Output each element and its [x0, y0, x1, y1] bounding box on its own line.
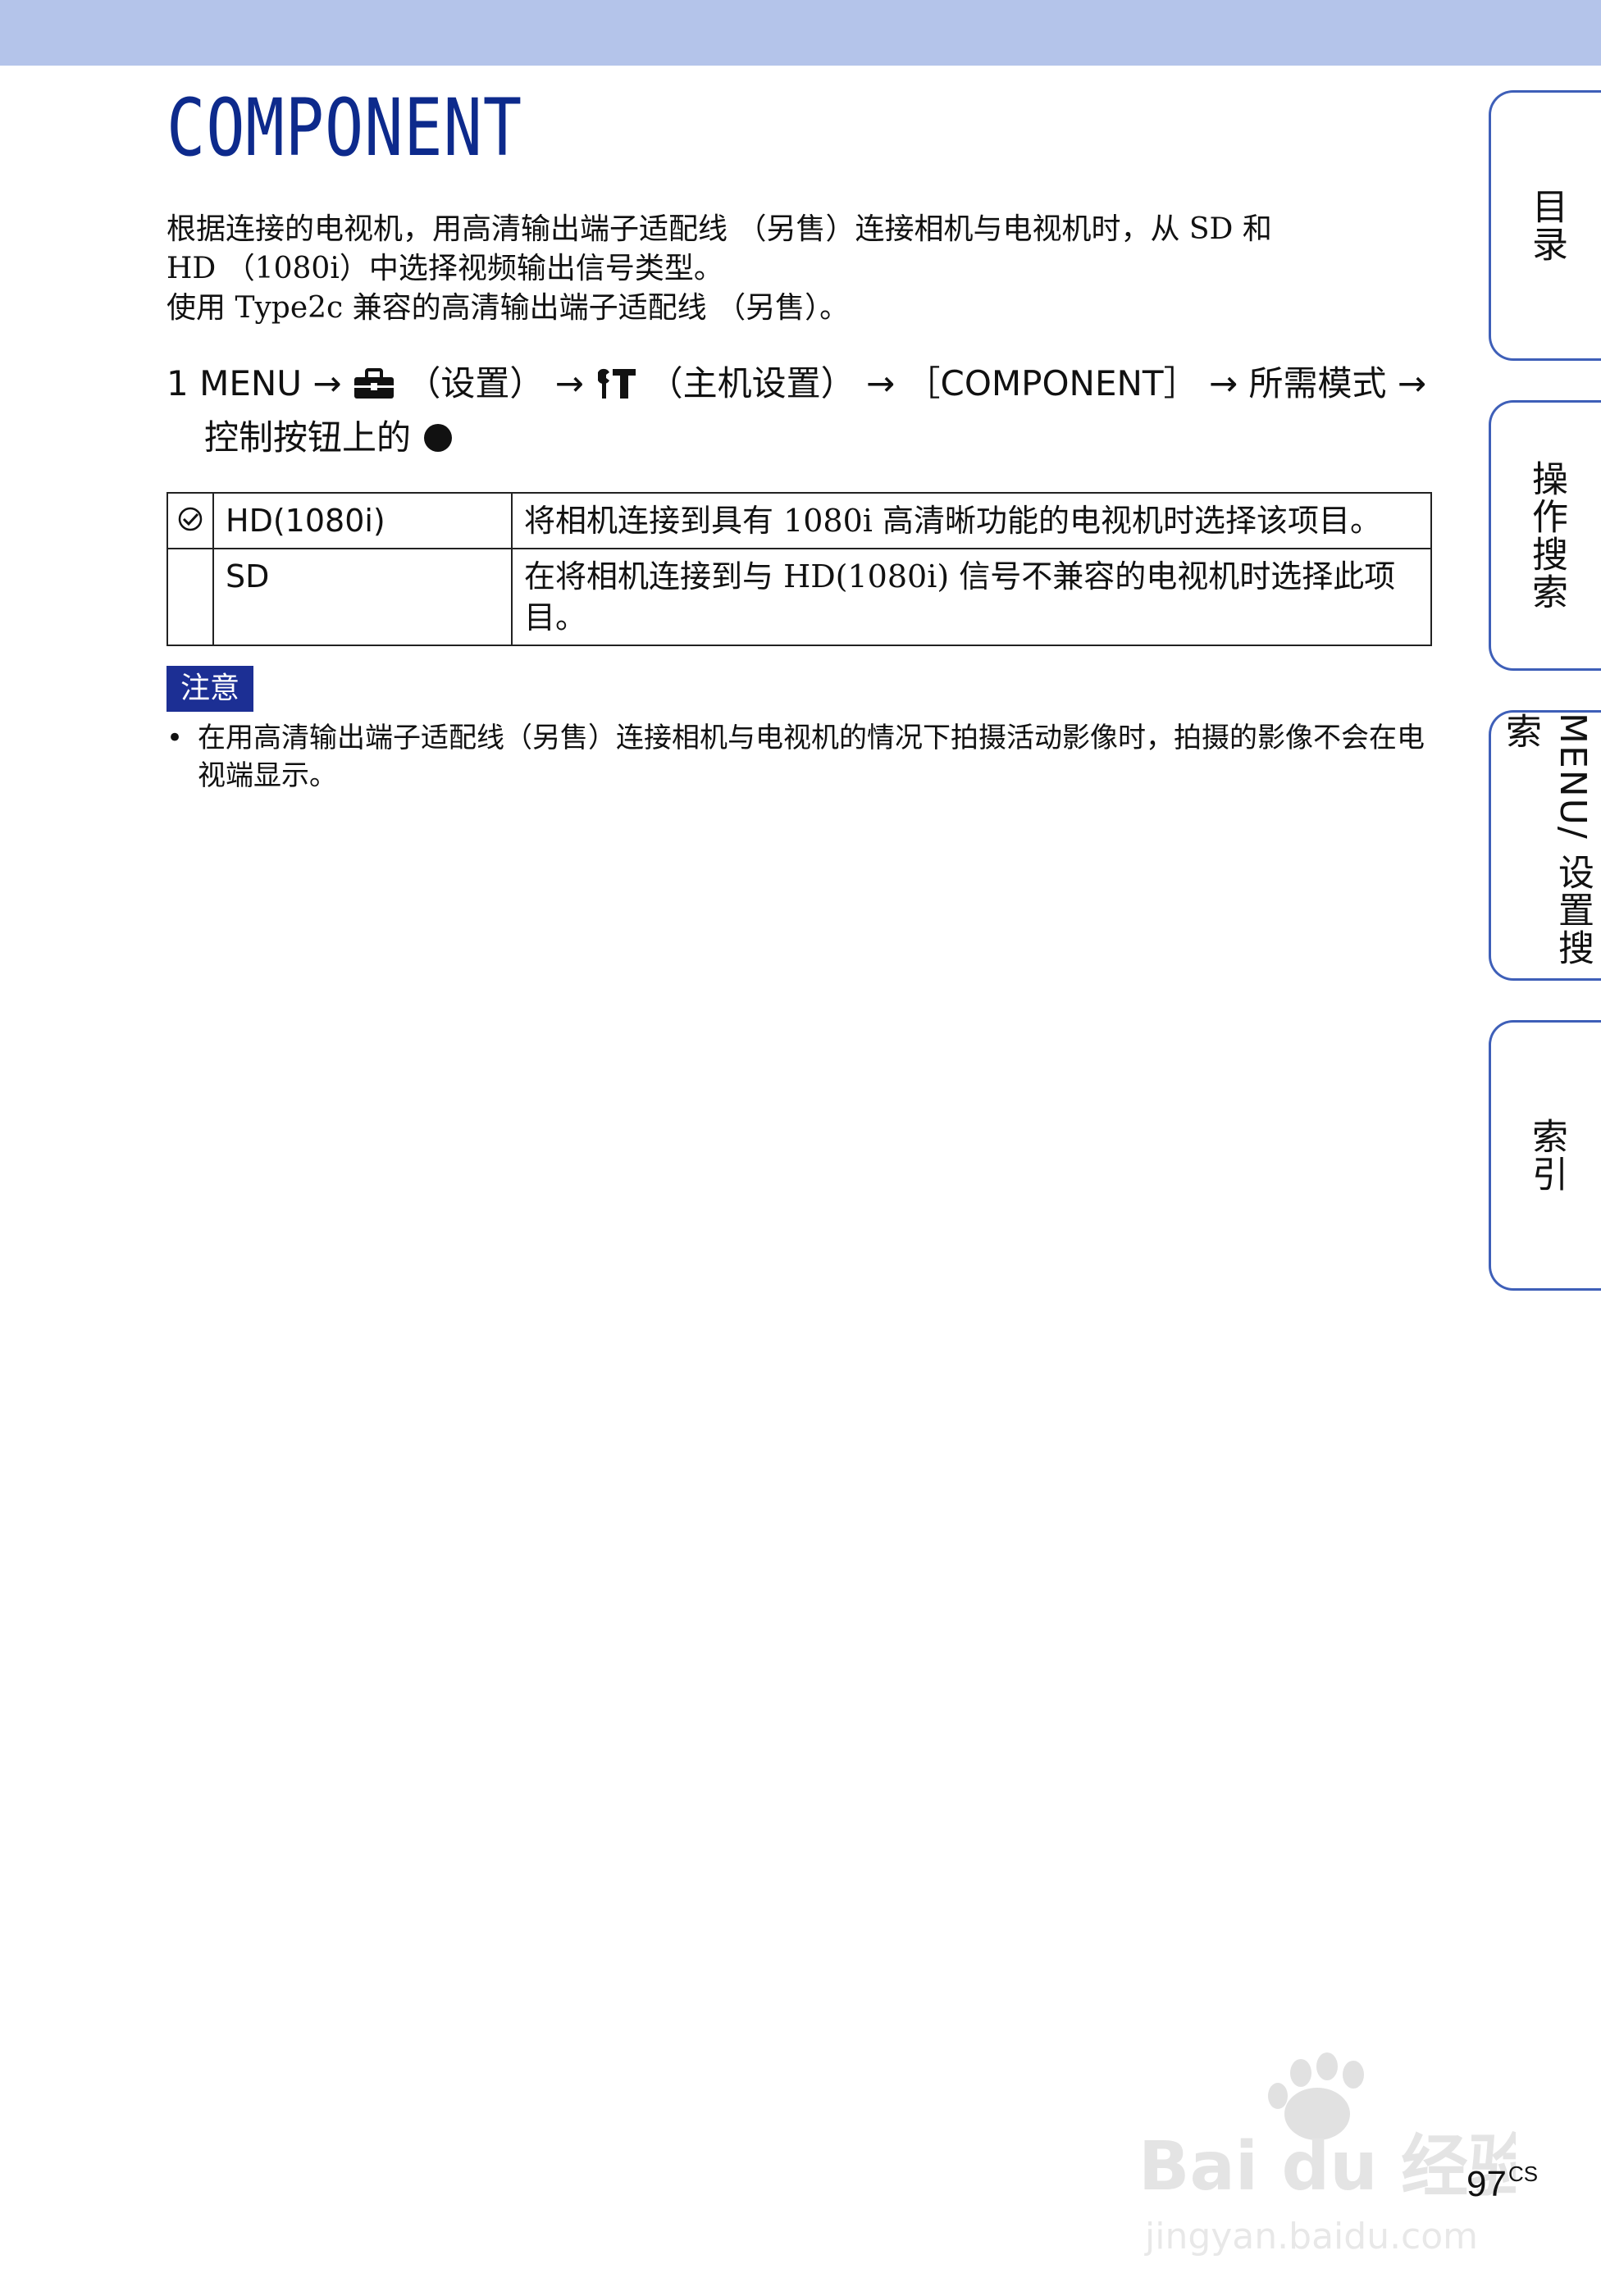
step-line-2: 控制按钮上的: [166, 413, 1446, 467]
arrow-1: →: [312, 363, 342, 403]
tab-menu-settings-search[interactable]: MENU/ 设置搜索: [1489, 710, 1601, 981]
filled-circle-icon: [422, 418, 454, 467]
setup-label: （设置）: [406, 363, 545, 403]
intro-line-1: 根据连接的电视机，用高清输出端子适配线 （另售）连接相机与电视机时，从 SD 和: [166, 212, 1272, 246]
mode-name: SD: [212, 548, 513, 646]
watermark-url: jingyan.baidu.com: [1144, 2216, 1478, 2257]
toolbox-icon: [353, 364, 395, 413]
note-label: 注意: [166, 666, 253, 712]
intro-line-2: HD （1080i）中选择视频输出信号类型。: [166, 252, 723, 285]
table-row: SD 在将相机连接到与 HD(1080i) 信号不兼容的电视机时选择此项目。: [166, 548, 1432, 646]
intro-line-3: 使用 Type2c 兼容的高清输出端子适配线 （另售）。: [166, 291, 850, 325]
note-list: 在用高清输出端子适配线（另售）连接相机与电视机的情况下拍摄活动影像时，拍摄的影像…: [166, 719, 1446, 795]
main-setup-label: （主机设置）: [648, 363, 855, 403]
tab-label: 目录: [1526, 188, 1567, 263]
page-suffix: CS: [1507, 2162, 1539, 2186]
tab-operation-search[interactable]: 操作搜索: [1489, 400, 1601, 671]
mode-table: HD(1080i) 将相机连接到具有 1080i 高清晰功能的电视机时选择该项目…: [166, 492, 1432, 646]
intro-text: 根据连接的电视机，用高清输出端子适配线 （另售）连接相机与电视机时，从 SD 和…: [166, 210, 1446, 328]
watermark-brand: Bai du 经验: [1138, 2128, 1516, 2206]
page-title: COMPONENT: [166, 82, 522, 174]
control-button-label: 控制按钮上的: [204, 417, 412, 458]
page-number-value: 97: [1466, 2164, 1507, 2204]
mode-desc: 在将相机连接到与 HD(1080i) 信号不兼容的电视机时选择此项目。: [511, 548, 1432, 646]
page-number: 97CS: [1466, 2162, 1538, 2205]
component-item: ［COMPONENT］: [905, 363, 1198, 403]
step-number: 1: [166, 363, 189, 403]
arrow-4: →: [1208, 363, 1238, 403]
default-cell: [166, 548, 214, 646]
tab-label: 索引: [1526, 1118, 1567, 1193]
menu-label: MENU: [199, 363, 303, 403]
menu-step: 1 MENU → （设置） → （主机设置） → ［COMPONENT］ → 所…: [166, 359, 1446, 467]
arrow-5: →: [1397, 363, 1427, 403]
note-item: 在用高清输出端子适配线（另售）连接相机与电视机的情况下拍摄活动影像时，拍摄的影像…: [166, 719, 1446, 795]
header-band: [0, 0, 1601, 66]
mode-name: HD(1080i): [212, 492, 513, 549]
wrench-icon: [595, 364, 637, 413]
tab-contents[interactable]: 目录: [1489, 90, 1601, 361]
default-cell: [166, 492, 214, 549]
baidu-watermark: Bai du 经验 jingyan.baidu.com: [1138, 2052, 1516, 2257]
arrow-2: →: [554, 363, 584, 403]
tab-index[interactable]: 索引: [1489, 1020, 1601, 1291]
tab-label: MENU/ 设置搜索: [1499, 713, 1594, 967]
check-icon: [178, 503, 203, 539]
mode-label: 所需模式: [1248, 363, 1387, 403]
step-line-1: 1 MENU → （设置） → （主机设置） → ［COMPONENT］ → 所…: [166, 359, 1446, 413]
table-row: HD(1080i) 将相机连接到具有 1080i 高清晰功能的电视机时选择该项目…: [166, 492, 1432, 549]
tab-label: 操作搜索: [1526, 460, 1567, 611]
arrow-3: →: [865, 363, 896, 403]
mode-desc: 将相机连接到具有 1080i 高清晰功能的电视机时选择该项目。: [511, 492, 1432, 549]
